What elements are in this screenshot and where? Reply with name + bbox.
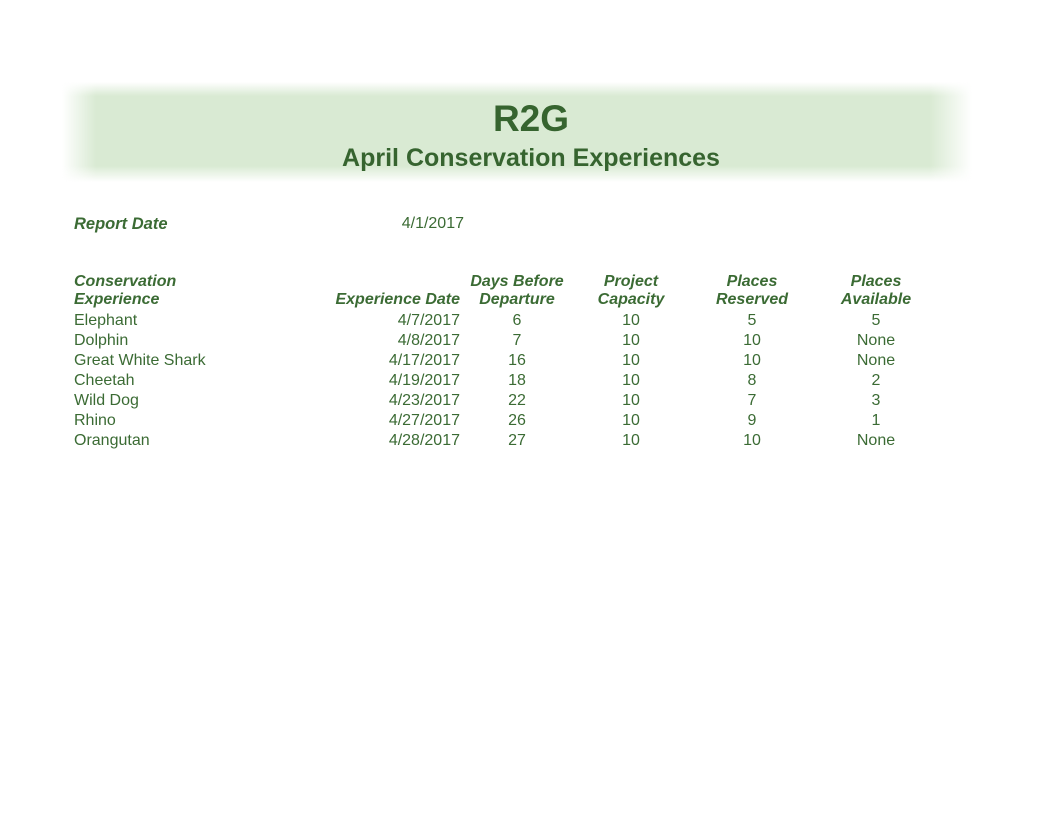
column-header-places-reserved: Places Reserved <box>690 273 814 311</box>
table-row: Cheetah 4/19/2017 18 10 8 2 <box>74 371 938 391</box>
cell-capacity: 10 <box>622 392 640 409</box>
cell-experience: Orangutan <box>74 432 150 449</box>
cell-experience: Rhino <box>74 412 116 429</box>
cell-available: 5 <box>871 312 881 329</box>
column-header-line-2: Departure <box>479 291 555 308</box>
cell-date: 4/17/2017 <box>388 352 460 369</box>
cell-reserved: 10 <box>743 332 761 349</box>
cell-available: None <box>856 352 896 369</box>
report-date-row: Report Date 4/1/2017 <box>74 212 464 236</box>
cell-days-before: 26 <box>508 412 526 429</box>
table-row: Dolphin 4/8/2017 7 10 10 None <box>74 331 938 351</box>
column-header-experience-date: Experience Date <box>302 273 462 311</box>
table-header-row: Conservation Experience Experience Date … <box>74 273 938 311</box>
cell-available: 2 <box>871 372 881 389</box>
table-header: Conservation Experience Experience Date … <box>74 273 938 311</box>
cell-reserved: 7 <box>747 392 757 409</box>
cell-experience: Great White Shark <box>74 352 206 369</box>
cell-date: 4/19/2017 <box>388 372 460 389</box>
cell-available: None <box>856 332 896 349</box>
column-header-line-2: Reserved <box>715 291 789 308</box>
cell-date: 4/8/2017 <box>397 332 460 349</box>
cell-days-before: 7 <box>512 332 522 349</box>
cell-capacity: 10 <box>622 432 640 449</box>
column-header-line-1: Places <box>850 273 902 290</box>
cell-reserved: 10 <box>743 432 761 449</box>
column-header-line-2: Capacity <box>597 291 665 308</box>
column-header-places-available: Places Available <box>814 273 938 311</box>
column-header-line-2: Experience Date <box>335 291 460 308</box>
cell-days-before: 6 <box>512 312 522 329</box>
cell-capacity: 10 <box>622 352 640 369</box>
report-date-value: 4/1/2017 <box>401 215 464 232</box>
cell-days-before: 16 <box>508 352 526 369</box>
report-date-label: Report Date <box>74 215 168 233</box>
cell-experience: Cheetah <box>74 372 135 389</box>
table-row: Great White Shark 4/17/2017 16 10 10 None <box>74 351 938 371</box>
cell-reserved: 8 <box>747 372 757 389</box>
cell-capacity: 10 <box>622 412 640 429</box>
table-row: Elephant 4/7/2017 6 10 5 5 <box>74 311 938 331</box>
cell-date: 4/7/2017 <box>397 312 460 329</box>
cell-reserved: 10 <box>743 352 761 369</box>
cell-experience: Elephant <box>74 312 138 329</box>
cell-reserved: 9 <box>747 412 757 429</box>
cell-available: 3 <box>871 392 881 409</box>
column-header-days-before-departure: Days Before Departure <box>462 273 572 311</box>
table-row: Wild Dog 4/23/2017 22 10 7 3 <box>74 391 938 411</box>
column-header-line-2: Experience <box>74 291 160 308</box>
cell-available: None <box>856 432 896 449</box>
cell-days-before: 18 <box>508 372 526 389</box>
column-header-conservation-experience: Conservation Experience <box>74 273 302 311</box>
page-subtitle: April Conservation Experiences <box>342 144 720 172</box>
cell-capacity: 10 <box>622 332 640 349</box>
cell-date: 4/28/2017 <box>388 432 460 449</box>
column-header-line-1: Project <box>603 273 659 290</box>
table-row: Orangutan 4/28/2017 27 10 10 None <box>74 431 938 451</box>
report-header: R2G April Conservation Experiences <box>0 82 1062 182</box>
column-header-line-1: Conservation <box>74 273 177 290</box>
cell-reserved: 5 <box>747 312 757 329</box>
cell-experience: Dolphin <box>74 332 129 349</box>
column-header-line-1: Days Before <box>470 273 564 290</box>
table-body: Elephant 4/7/2017 6 10 5 5 Dolphin 4/8/2017 7 10 1… <box>74 311 938 451</box>
column-header-line-1: Places <box>726 273 778 290</box>
cell-capacity: 10 <box>622 312 640 329</box>
cell-days-before: 22 <box>508 392 526 409</box>
cell-capacity: 10 <box>622 372 640 389</box>
cell-experience: Wild Dog <box>74 392 139 409</box>
page-title: R2G <box>492 98 570 139</box>
cell-date: 4/27/2017 <box>388 412 460 429</box>
cell-date: 4/23/2017 <box>388 392 460 409</box>
cell-available: 1 <box>871 412 881 429</box>
table-row: Rhino 4/27/2017 26 10 9 1 <box>74 411 938 431</box>
cell-days-before: 27 <box>508 432 526 449</box>
conservation-experiences-table: Conservation Experience Experience Date … <box>74 273 938 451</box>
column-header-line-2: Available <box>840 291 912 308</box>
column-header-project-capacity: Project Capacity <box>572 273 690 311</box>
